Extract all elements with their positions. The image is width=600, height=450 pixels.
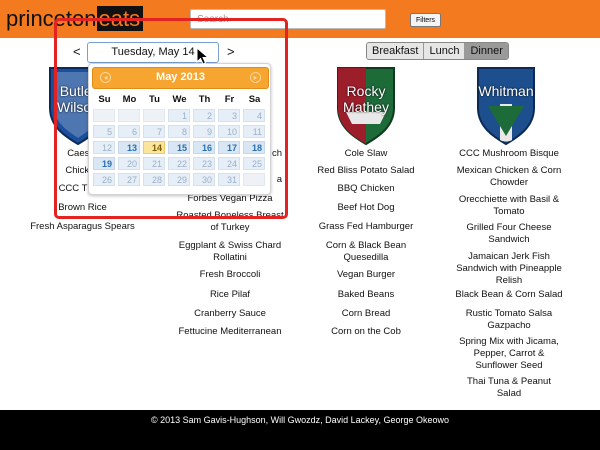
filters-button[interactable]: Filters [410,13,441,27]
menu-item[interactable]: Baked Beans [300,289,432,301]
menu-item[interactable]: Thai Tuna & Peanut Salad [444,376,574,400]
menu-item[interactable]: Fresh Asparagus Spears [20,221,145,233]
crest-label: Whitman [478,83,534,99]
crest-rocky-mathey: Rocky Mathey [336,66,396,146]
crest-whitman: Whitman [476,66,536,146]
mouse-cursor-icon [196,47,210,65]
menu-item[interactable]: Corn Bread [300,308,432,320]
crest-label: Rocky Mathey [343,83,389,115]
meal-toggle: Breakfast Lunch Dinner [366,42,509,60]
menu-item[interactable]: Red Bliss Potato Salad [300,165,432,177]
menu-item[interactable]: Corn & Black Bean Quesedilla [300,240,432,264]
menu-item[interactable]: Vegan Burger [300,269,432,281]
menu-item[interactable]: Grilled Four Cheese Sandwich [444,222,574,246]
menu-item[interactable]: Spring Mix with Jicama, Pepper, Carrot &… [444,336,574,372]
menu-item[interactable]: Cole Slaw [300,148,432,160]
menu-item[interactable]: Mexican Chicken & Corn Chowder [444,165,574,189]
menu-item[interactable]: Orecchiette with Basil & Tomato [444,194,574,218]
menu-item[interactable]: Eggplant & Swiss Chard Rollatini [160,240,300,264]
menu-item[interactable]: Rice Pilaf [160,289,300,301]
menu-item[interactable]: CCC Mushroom Bisque [444,148,574,160]
menu-item[interactable]: Cranberry Sauce [160,308,300,320]
menu-item[interactable]: Corn on the Cob [300,326,432,338]
menu-item[interactable]: Black Bean & Corn Salad [444,289,574,301]
footer-credits: © 2013 Sam Gavis-Hughson, Will Gwozdz, D… [150,415,450,425]
menu-item[interactable]: Fresh Broccoli [160,269,300,281]
highlight-box [54,18,288,219]
breakfast-tab[interactable]: Breakfast [367,43,425,59]
menu-item[interactable]: Fettucine Mediterranean [160,326,300,338]
dinner-tab[interactable]: Dinner [465,43,508,59]
lunch-tab[interactable]: Lunch [424,43,466,59]
footer: © 2013 Sam Gavis-Hughson, Will Gwozdz, D… [0,410,600,450]
shield-icon [477,67,535,146]
menu-item[interactable]: Beef Hot Dog [300,202,432,214]
menu-item[interactable]: Rustic Tomato Salsa Gazpacho [444,308,574,332]
menu-item[interactable]: BBQ Chicken [300,183,432,195]
menu-item[interactable]: Jamaican Jerk Fish Sandwich with Pineapp… [444,251,574,287]
menu-item[interactable]: Grass Fed Hamburger [300,221,432,233]
